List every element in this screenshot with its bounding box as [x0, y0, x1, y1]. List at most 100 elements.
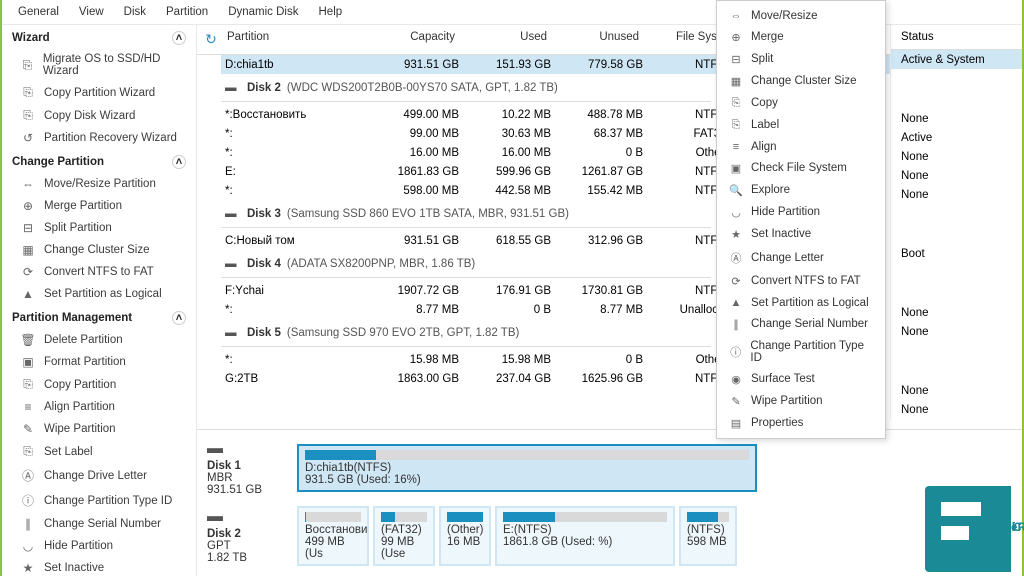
ctx-wipe-partition[interactable]: ✎Wipe Partition — [717, 390, 885, 412]
icon: Ⓐ — [20, 467, 36, 484]
status-cell: Boot — [891, 244, 1022, 263]
ctx-split[interactable]: ⊟Split — [717, 48, 885, 70]
ctx-set-inactive[interactable]: ★Set Inactive — [717, 223, 885, 245]
col-unused[interactable]: Unused — [565, 31, 657, 48]
partition-box[interactable]: (NTFS)598 MB — [679, 506, 737, 566]
sidebar-item-label: Set Label — [44, 446, 93, 458]
sidebar-item-set-label[interactable]: ⎘Set Label — [2, 440, 196, 463]
status-cell: None — [891, 185, 1022, 204]
icon: ⊟ — [20, 221, 36, 235]
icon: ∥ — [20, 517, 36, 531]
sidebar-item-migrate-os-to-ssd-hd-wizard[interactable]: ⎘Migrate OS to SSD/HD Wizard — [2, 49, 196, 81]
ctx-align[interactable]: ≡Align — [717, 136, 885, 157]
ctx-explore[interactable]: 🔍Explore — [717, 179, 885, 201]
icon: ⎘ — [729, 119, 743, 132]
menu-view[interactable]: View — [71, 4, 112, 20]
sidebar-item-align-partition[interactable]: ≡Align Partition — [2, 396, 196, 418]
sidebar-item-change-partition-type-id[interactable]: ⓘChange Partition Type ID — [2, 488, 196, 513]
sidebar-item-delete-partition[interactable]: 🗑Delete Partition — [2, 329, 196, 351]
icon: ✎ — [20, 422, 36, 436]
col-status[interactable]: Status — [891, 25, 1022, 50]
icon: ◉ — [729, 373, 743, 386]
refresh-icon[interactable]: ↻ — [201, 31, 221, 48]
menu-general[interactable]: General — [10, 4, 67, 20]
icon: ⟳ — [729, 275, 743, 288]
icon: ⎘ — [20, 85, 36, 100]
ctx-change-letter[interactable]: ⒶChange Letter — [717, 245, 885, 270]
ctx-check-file-system[interactable]: ▣Check File System — [717, 157, 885, 179]
sidebar-item-merge-partition[interactable]: ⊕Merge Partition — [2, 195, 196, 217]
icon: ▣ — [729, 162, 743, 175]
icon: ⟳ — [20, 265, 36, 279]
disk-icon: ▬ — [225, 258, 241, 270]
icon: 🗑 — [20, 333, 36, 347]
disk-card[interactable]: ▬Disk 2GPT1.82 TB Восстанови499 MB (Us(F… — [207, 506, 1012, 566]
col-capacity[interactable]: Capacity — [381, 31, 473, 48]
sidebar-item-copy-partition-wizard[interactable]: ⎘Copy Partition Wizard — [2, 81, 196, 104]
partition-box[interactable]: (Other)16 MB — [439, 506, 491, 566]
menu-dynamic-disk[interactable]: Dynamic Disk — [220, 4, 306, 20]
menu-help[interactable]: Help — [311, 4, 351, 20]
disk-icon: ▬ — [225, 82, 241, 94]
col-partition[interactable]: Partition — [221, 31, 381, 48]
ctx-merge[interactable]: ⊕Merge — [717, 26, 885, 48]
sidebar-item-change-cluster-size[interactable]: ▦ Change Cluster Size — [2, 239, 196, 261]
col-used[interactable]: Used — [473, 31, 565, 48]
icon: ▲ — [20, 287, 36, 301]
wizard-header[interactable]: Wizard˄ — [2, 25, 196, 49]
ctx-surface-test[interactable]: ◉Surface Test — [717, 368, 885, 390]
sidebar-item-set-partition-as-logical[interactable]: ▲ Set Partition as Logical — [2, 283, 196, 305]
partition-box[interactable]: (FAT32)99 MB (Use — [373, 506, 435, 566]
ctx-change-partition-type-id[interactable]: ⓘChange Partition Type ID — [717, 335, 885, 368]
ctx-copy[interactable]: ⎘Copy — [717, 92, 885, 114]
partition-box[interactable]: D:chia1tb(NTFS) 931.5 GB (Used: 16%) — [297, 444, 757, 492]
ctx-hide-partition[interactable]: ◡Hide Partition — [717, 201, 885, 223]
icon: ▦ — [729, 75, 743, 88]
sidebar-item-copy-partition[interactable]: ⎘Copy Partition — [2, 373, 196, 396]
partition-box[interactable]: Восстанови499 MB (Us — [297, 506, 369, 566]
menu-disk[interactable]: Disk — [116, 4, 154, 20]
sidebar-item-label: Partition Recovery Wizard — [44, 132, 177, 144]
sidebar-item-change-drive-letter[interactable]: ⒶChange Drive Letter — [2, 463, 196, 488]
menu-partition[interactable]: Partition — [158, 4, 216, 20]
disk-card[interactable]: ▬Disk 1MBR931.51 GB D:chia1tb(NTFS) 931.… — [207, 440, 1012, 496]
sidebar-item-move-resize-partition[interactable]: ⇔Move/Resize Partition — [2, 173, 196, 195]
sidebar-item-label: Change Cluster Size — [44, 244, 149, 256]
sidebar-item-wipe-partition[interactable]: ✎Wipe Partition — [2, 418, 196, 440]
icon: ▦ — [20, 243, 36, 257]
sidebar-item-label: Change Partition Type ID — [44, 495, 172, 507]
sidebar-item-label: Align Partition — [44, 401, 115, 413]
ctx-convert-ntfs-to-fat[interactable]: ⟳Convert NTFS to FAT — [717, 270, 885, 292]
change-partition-header[interactable]: Change Partition˄ — [2, 149, 196, 173]
status-cell: Active — [891, 128, 1022, 147]
context-menu[interactable]: ⇔Move/Resize⊕Merge⊟Split▦Change Cluster … — [716, 0, 886, 439]
sidebar-item-split-partition[interactable]: ⊟ Split Partition — [2, 217, 196, 239]
sidebar-item-convert-ntfs-to-fat[interactable]: ⟳Convert NTFS to FAT — [2, 261, 196, 283]
sidebar-item-format-partition[interactable]: ▣Format Partition — [2, 351, 196, 373]
sidebar-item-label: Merge Partition — [44, 200, 122, 212]
sidebar-item-label: Split Partition — [44, 222, 112, 234]
ctx-change-cluster-size[interactable]: ▦Change Cluster Size — [717, 70, 885, 92]
sidebar-item-label: Set Partition as Logical — [44, 288, 162, 300]
sidebar-item-partition-recovery-wizard[interactable]: ↺Partition Recovery Wizard — [2, 127, 196, 149]
ctx-move-resize[interactable]: ⇔Move/Resize — [717, 5, 885, 26]
partition-box[interactable]: E:(NTFS)1861.8 GB (Used: %) — [495, 506, 675, 566]
status-cell: Active & System — [891, 50, 1022, 69]
partition-management-header[interactable]: Partition Management˄ — [2, 305, 196, 329]
sidebar-item-label: Copy Disk Wizard — [44, 110, 135, 122]
ctx-change-serial-number[interactable]: ∥Change Serial Number — [717, 313, 885, 335]
icon: ◡ — [729, 206, 743, 219]
sidebar-item-set-inactive[interactable]: ★Set Inactive — [2, 557, 196, 576]
sidebar-item-label: Migrate OS to SSD/HD Wizard — [43, 53, 188, 77]
ctx-label[interactable]: ⎘Label — [717, 114, 885, 136]
status-cell: None — [891, 166, 1022, 185]
sidebar-item-label: Hide Partition — [44, 540, 113, 552]
sidebar-item-change-serial-number[interactable]: ∥Change Serial Number — [2, 513, 196, 535]
ctx-set-partition-as-logical[interactable]: ▲Set Partition as Logical — [717, 292, 885, 313]
sidebar-item-hide-partition[interactable]: ◡Hide Partition — [2, 535, 196, 557]
disk-icon: ▬ — [225, 208, 241, 220]
sidebar-item-copy-disk-wizard[interactable]: ⎘Copy Disk Wizard — [2, 104, 196, 127]
sidebar-item-label: Move/Resize Partition — [44, 178, 156, 190]
icon: ⎘ — [729, 97, 743, 110]
ctx-properties[interactable]: ▤Properties — [717, 412, 885, 434]
